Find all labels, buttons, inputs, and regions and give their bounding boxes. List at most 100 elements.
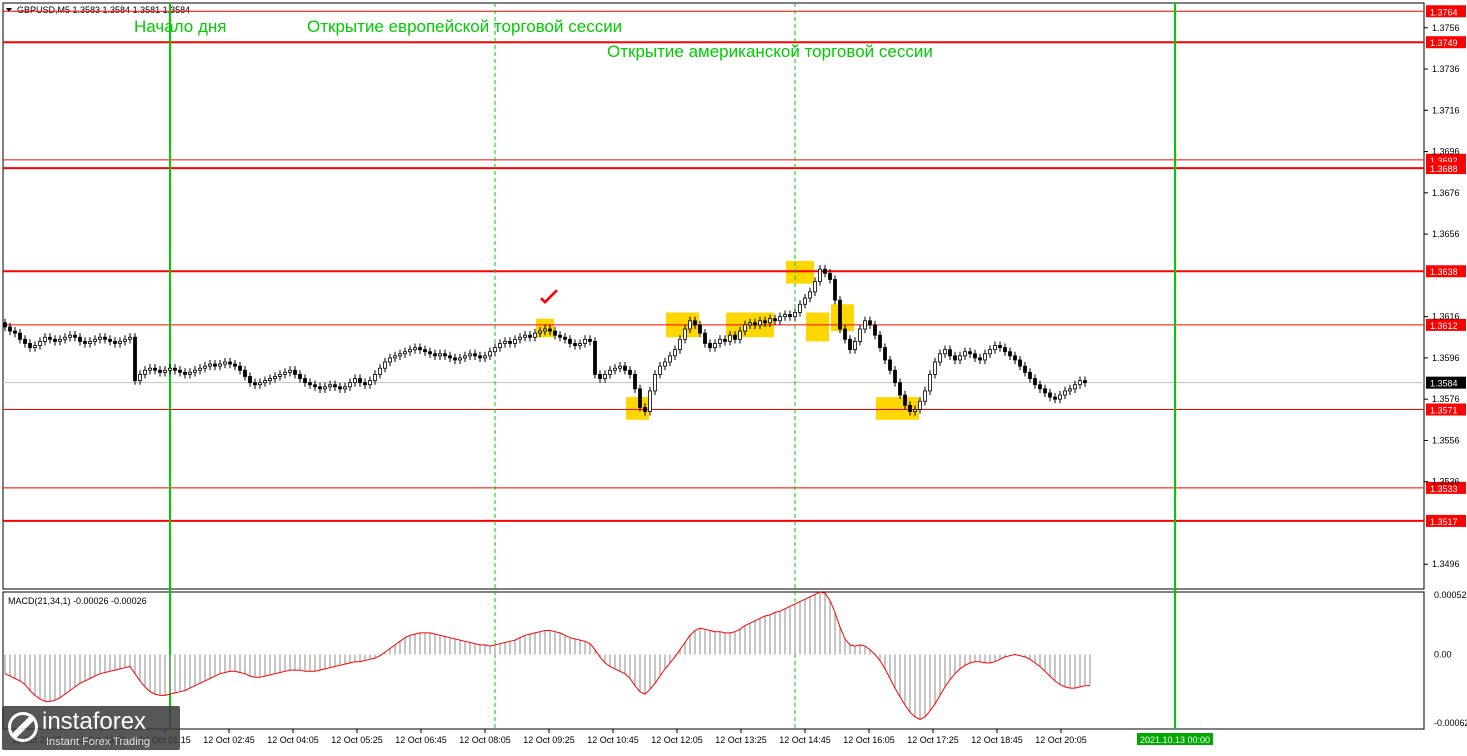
candle-body-63 <box>318 386 322 390</box>
candle-body-142 <box>713 343 717 348</box>
candle-body-1 <box>8 326 12 332</box>
candle-body-155 <box>778 316 782 322</box>
candle-body-162 <box>813 281 817 293</box>
candle-body-164 <box>823 268 827 274</box>
candle-body-171 <box>858 328 862 342</box>
candle-body-102 <box>513 338 517 344</box>
candle-body-194 <box>973 353 977 359</box>
candle-body-199 <box>998 345 1002 348</box>
candle-body-81 <box>408 349 412 353</box>
candle-body-74 <box>373 374 377 381</box>
candle-body-131 <box>658 365 662 375</box>
candle-body-215 <box>1078 380 1082 386</box>
candle-body-182 <box>913 409 917 412</box>
candle-body-117 <box>588 338 592 342</box>
candle-body-21 <box>108 338 112 342</box>
candle-body-14 <box>73 334 77 338</box>
candle-body-24 <box>123 338 127 342</box>
candle-body-47 <box>238 365 242 371</box>
candle-body-8 <box>43 336 47 342</box>
candle-body-92 <box>463 355 467 359</box>
candle-body-184 <box>923 390 927 402</box>
macd-y-tick-1: 0.00 <box>1434 649 1452 659</box>
candle-body-133 <box>668 355 672 363</box>
level-label-6: 1.3571 <box>1430 405 1458 415</box>
candle-body-35 <box>178 369 182 373</box>
candle-body-45 <box>228 361 232 365</box>
x-tick-label-5: 12 Oct 05:25 <box>331 735 383 745</box>
x-tick-label-6: 12 Oct 06:45 <box>395 735 447 745</box>
candle-body-38 <box>193 369 197 373</box>
candle-body-141 <box>708 343 712 348</box>
candle-body-186 <box>933 361 937 375</box>
candle-body-165 <box>828 272 832 280</box>
candle-body-128 <box>643 407 647 412</box>
candle-body-163 <box>818 268 822 282</box>
candle-body-25 <box>128 336 132 340</box>
candle-body-76 <box>383 361 387 369</box>
candle-body-15 <box>78 336 82 342</box>
candle-body-204 <box>1023 365 1027 373</box>
level-label-4: 1.3638 <box>1430 267 1458 277</box>
candle-body-43 <box>218 363 222 367</box>
macd-y-tick-2: -0.00062 <box>1434 718 1467 728</box>
candle-body-32 <box>163 369 167 373</box>
candle-body-205 <box>1028 371 1032 379</box>
candle-body-168 <box>843 328 847 340</box>
y-tick-label-0: 1.3756 <box>1432 23 1460 33</box>
candle-body-79 <box>398 353 402 357</box>
candle-body-177 <box>888 359 892 371</box>
candle-body-146 <box>733 334 737 340</box>
price-chart[interactable]: GBPUSD,M5 1.3583 1.3584 1.3581 1.3584 1.3… <box>0 0 1467 751</box>
candle-body-90 <box>453 357 457 361</box>
candle-body-29 <box>148 367 152 371</box>
candle-body-66 <box>333 384 337 388</box>
level-label-0: 1.3764 <box>1430 7 1458 17</box>
candle-body-190 <box>953 355 957 361</box>
candle-body-126 <box>633 374 637 390</box>
candle-body-37 <box>188 371 192 375</box>
candle-body-170 <box>853 340 857 351</box>
candle-body-107 <box>538 330 542 334</box>
candle-body-180 <box>903 394 907 406</box>
x-tick-label-4: 12 Oct 04:05 <box>267 735 319 745</box>
candle-body-59 <box>298 374 302 379</box>
x-tick-label-11: 12 Oct 13:25 <box>715 735 767 745</box>
candle-body-73 <box>368 380 372 386</box>
candle-body-62 <box>313 384 317 388</box>
candle-body-160 <box>803 297 807 305</box>
candle-body-101 <box>508 340 512 344</box>
candle-body-188 <box>943 349 947 355</box>
candle-body-189 <box>948 349 952 357</box>
y-tick-label-3: 1.3696 <box>1432 147 1460 157</box>
y-tick-label-7: 1.3596 <box>1432 353 1460 363</box>
candle-body-41 <box>208 363 212 367</box>
y-tick-label-8: 1.3576 <box>1432 394 1460 404</box>
candle-body-137 <box>688 320 692 330</box>
x-tick-label-3: 12 Oct 02:45 <box>203 735 255 745</box>
candle-body-159 <box>798 303 802 313</box>
logo-tagline: Instant Forex Trading <box>46 736 150 748</box>
candle-body-135 <box>678 338 682 351</box>
candle-body-85 <box>428 351 432 355</box>
candle-body-116 <box>583 338 587 344</box>
candle-body-87 <box>438 353 442 357</box>
candle-body-195 <box>978 357 982 361</box>
candle-body-148 <box>743 324 747 332</box>
signal-highlight-4 <box>786 260 814 284</box>
level-label-8: 1.3517 <box>1430 517 1458 527</box>
level-label-5: 1.3612 <box>1430 321 1458 331</box>
candle-body-16 <box>83 340 87 344</box>
instaforex-logo-icon <box>8 712 38 742</box>
candle-body-178 <box>893 369 897 384</box>
candle-body-9 <box>48 336 52 340</box>
candle-body-125 <box>628 369 632 375</box>
candle-body-48 <box>243 369 247 377</box>
candle-body-22 <box>113 340 117 344</box>
x-tick-label-13: 12 Oct 16:05 <box>843 735 895 745</box>
candle-body-185 <box>928 374 932 392</box>
candle-body-82 <box>413 347 417 351</box>
candle-body-149 <box>748 322 752 326</box>
candle-body-26 <box>133 336 137 381</box>
candle-body-72 <box>363 382 367 386</box>
